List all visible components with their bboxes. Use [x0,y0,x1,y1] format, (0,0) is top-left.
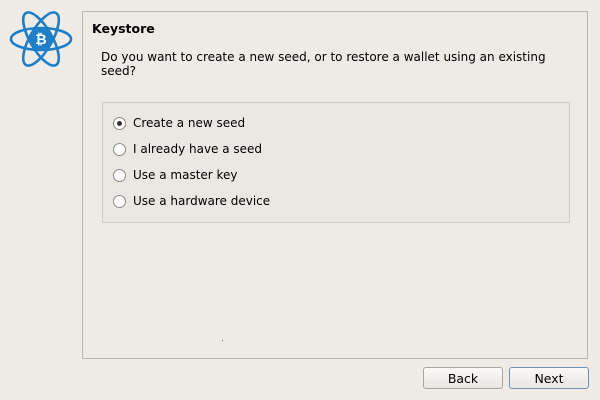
option-master-key[interactable]: Use a master key [113,166,238,184]
radio-button-selected[interactable] [113,116,126,130]
option-label: Use a master key [133,168,238,182]
radio-button[interactable] [113,194,126,208]
option-label: I already have a seed [133,142,263,156]
option-label: Use a hardware device [133,194,271,208]
option-have-seed[interactable]: I already have a seed [113,140,262,158]
electrum-logo-icon: ₿ [8,10,74,68]
panel-title: Keystore [92,21,155,36]
radio-button[interactable] [113,142,126,156]
option-create-new-seed[interactable]: Create a new seed [113,114,245,132]
option-label: Create a new seed [133,116,246,130]
stray-dot [222,340,223,341]
radio-button[interactable] [113,168,126,182]
option-hardware-device[interactable]: Use a hardware device [113,192,270,210]
keystore-panel: Keystore Do you want to create a new see… [82,11,588,359]
keystore-options-group: Create a new seed I already have a seed … [102,102,570,223]
back-button[interactable]: Back [423,367,503,389]
svg-text:₿: ₿ [35,32,46,48]
next-button[interactable]: Next [509,367,589,389]
keystore-question: Do you want to create a new seed, or to … [101,50,546,78]
